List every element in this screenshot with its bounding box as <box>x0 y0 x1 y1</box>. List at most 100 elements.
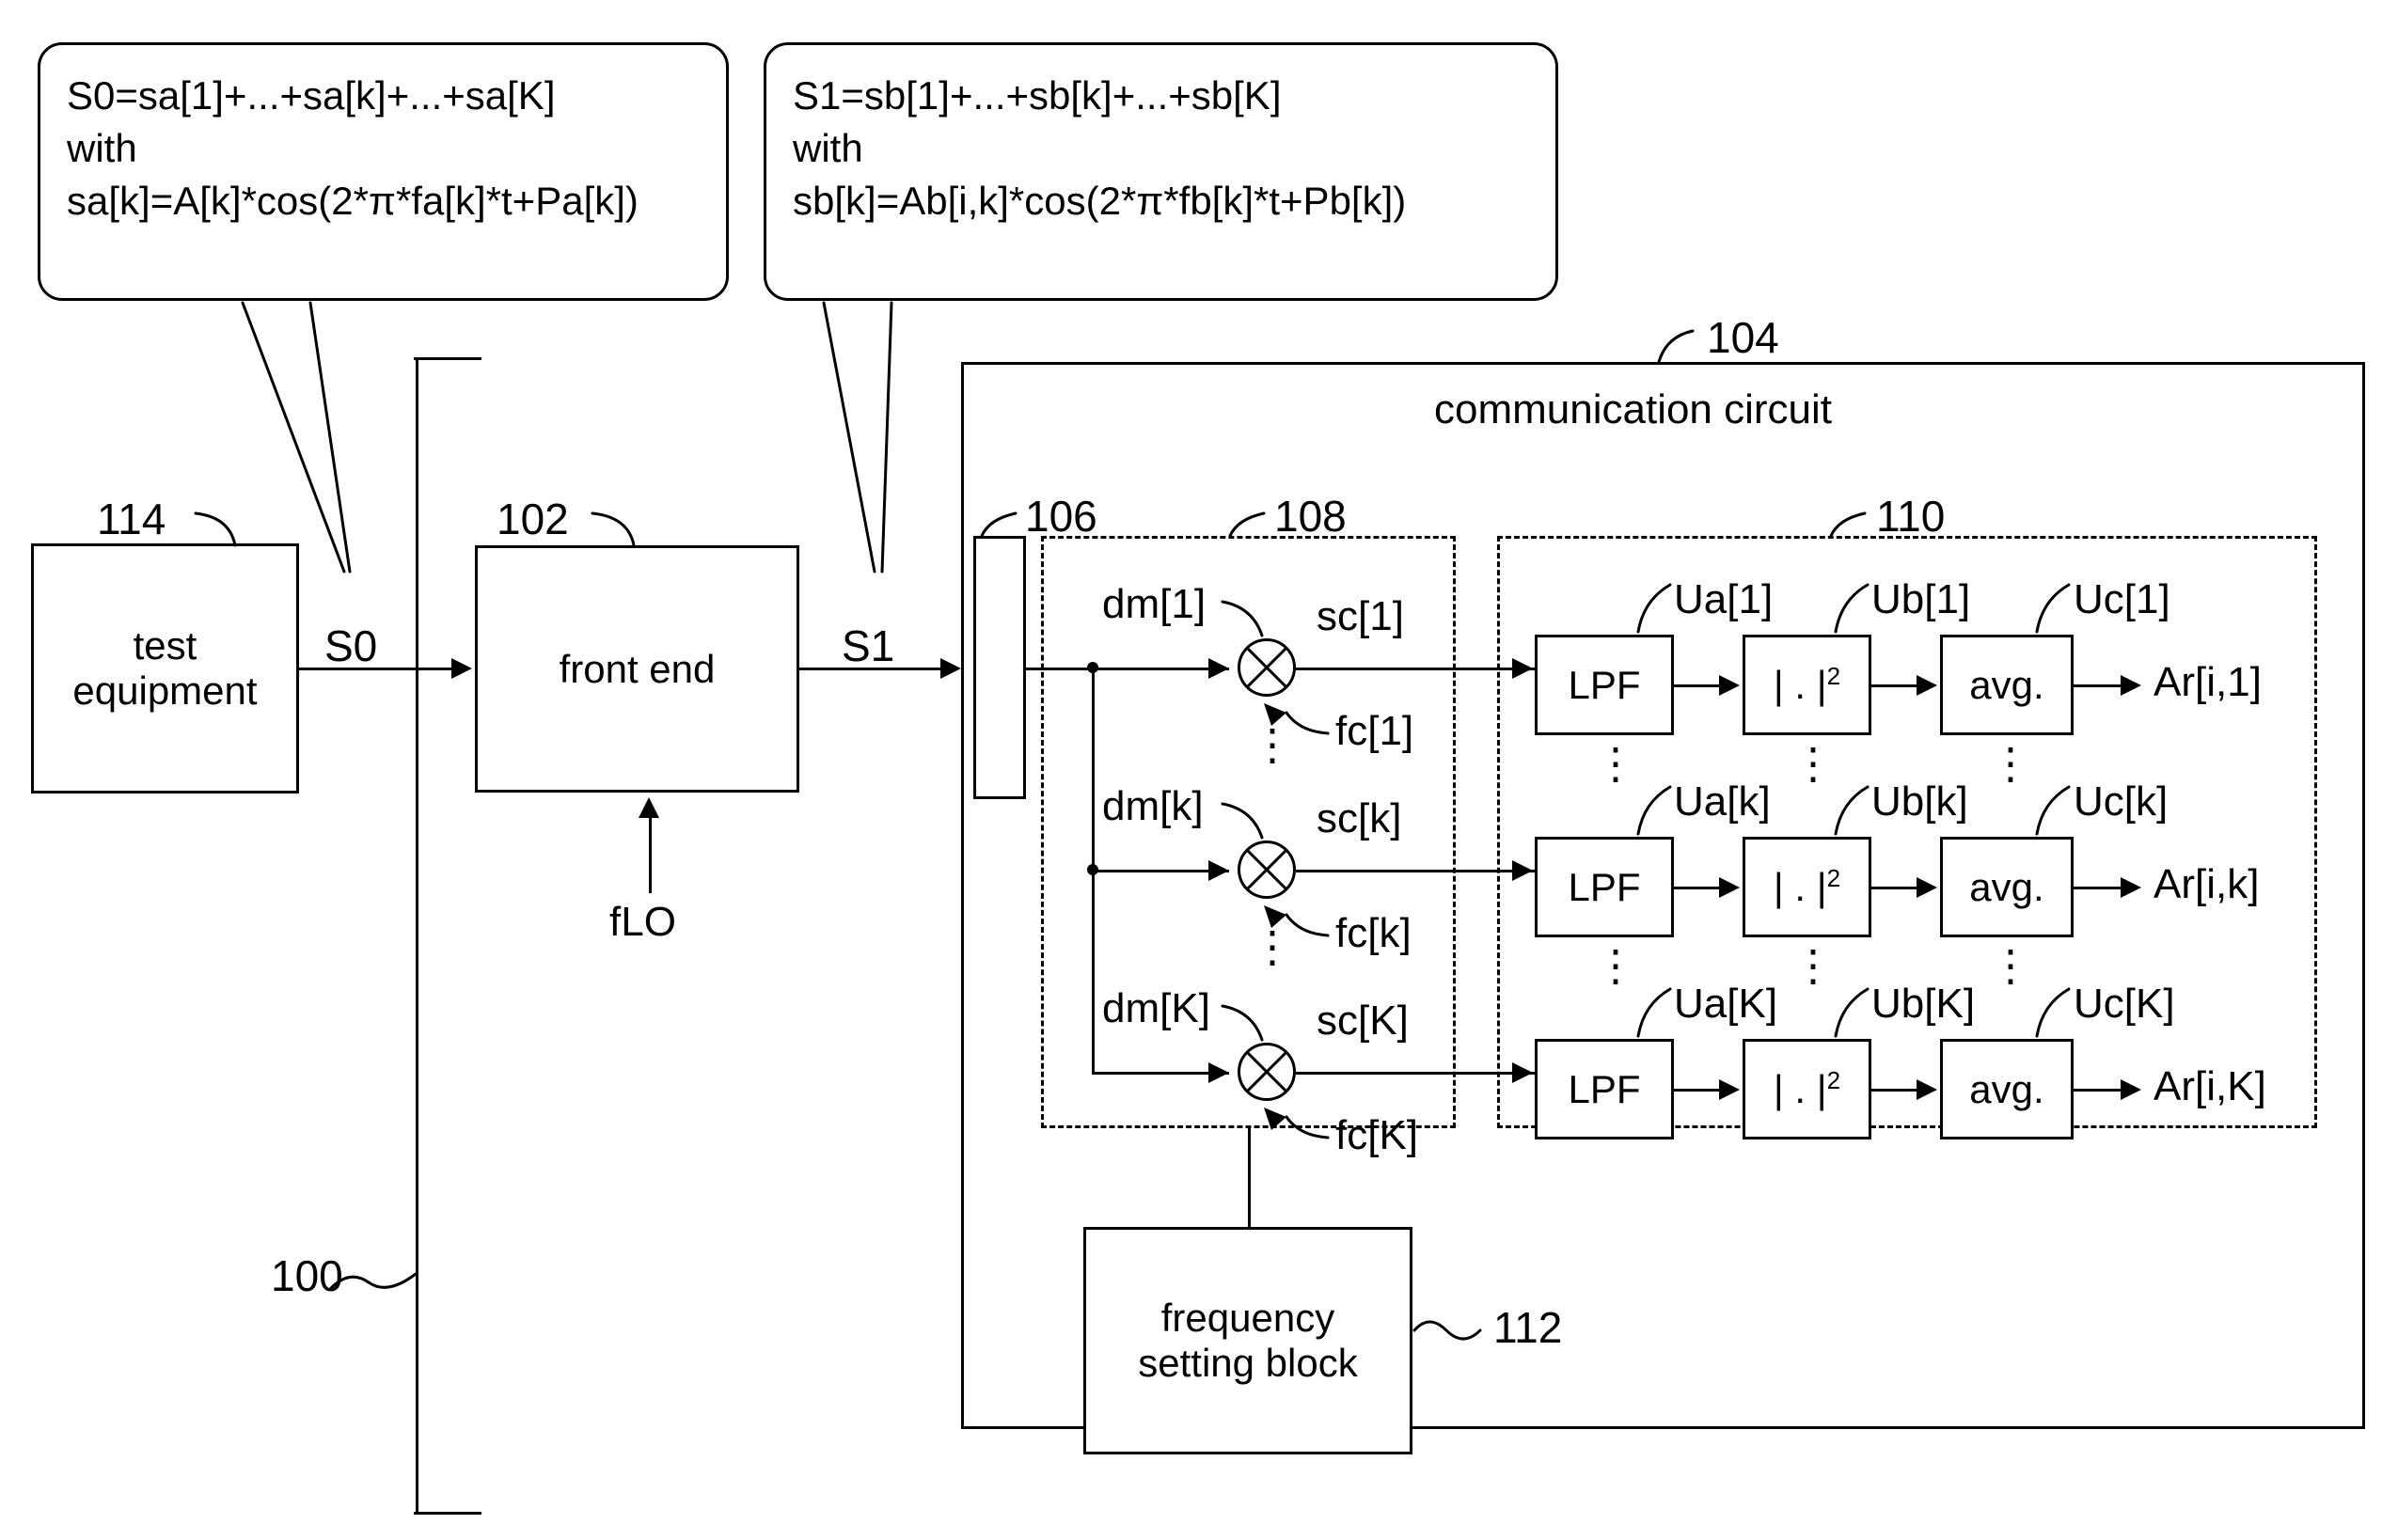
output-arrow-row2 <box>2121 877 2141 898</box>
detector-group-ref: 110 <box>1876 492 1946 541</box>
s1-callout-pointer-a <box>822 301 876 574</box>
dm-label-row2: dm[k] <box>1102 783 1204 829</box>
s1-formula-line3: sb[k]=Ab[i,k]*cos(2*π*fb[k]*t+Pb[k]) <box>793 178 1407 223</box>
magsq-label-row1: | . |2 <box>1773 662 1841 707</box>
avg-label-row1: avg. <box>1969 662 2044 707</box>
frequency-setting-block: frequency setting block <box>1083 1227 1412 1454</box>
s0-wire <box>299 668 453 670</box>
signal-s1-label: S1 <box>842 621 895 670</box>
front-end-block: front end <box>475 545 799 793</box>
fc-label-row3: fc[K] <box>1335 1112 1419 1158</box>
lpf-block-row2: LPF <box>1535 837 1674 937</box>
s0-callout-pointer-a <box>241 301 346 574</box>
magsq-exponent-row1: 2 <box>1826 662 1841 690</box>
s0-callout-pointer-b <box>308 301 352 574</box>
avg-label-row3: avg. <box>1969 1066 2044 1111</box>
mixer-feed-junction-row1 <box>1087 662 1098 673</box>
uc-wire-row3 <box>2074 1089 2122 1092</box>
mixer-input-arrow-row3 <box>1208 1062 1229 1083</box>
frequency-setting-label-line1: frequency <box>1160 1296 1335 1340</box>
mixer-input-arrow-row1 <box>1208 658 1229 679</box>
ua-wire-row3 <box>1674 1089 1721 1092</box>
interface-ref: 106 <box>1025 492 1097 541</box>
sc-label-row1: sc[1] <box>1317 593 1404 639</box>
dm-label-row1: dm[1] <box>1102 581 1207 627</box>
patent-figure: S0=sa[1]+...+sa[k]+...+sa[K] with sa[k]=… <box>0 0 2398 1540</box>
magsq-block-row3: | . |2 <box>1743 1039 1871 1139</box>
uc-label-row3: Uc[K] <box>2074 981 2175 1027</box>
flo-arrowhead <box>639 797 659 818</box>
dm-label-row3: dm[K] <box>1102 985 1210 1031</box>
magsq-block-row1: | . |2 <box>1743 635 1871 735</box>
ub-label-row2: Ub[k] <box>1871 778 1968 825</box>
communication-circuit-ref: 104 <box>1707 313 1779 362</box>
flo-wire <box>649 818 652 893</box>
signal-s0-label: S0 <box>324 621 378 670</box>
mixer-row2 <box>1238 841 1296 899</box>
test-equipment-label-line1: test <box>133 623 197 668</box>
sc-label-row3: sc[K] <box>1317 998 1409 1044</box>
avg-block-row2: avg. <box>1940 837 2074 937</box>
output-label-row2: Ar[i,k] <box>2153 861 2260 907</box>
detector-ellipsis-col2-bottom: ⋮ <box>1791 941 1835 990</box>
mixer-feed-bus-row1 <box>1026 668 1229 670</box>
system-bracket-bottom <box>414 1512 481 1515</box>
s1-formula-line1: S1=sb[1]+...+sb[k]+...+sb[K] <box>793 73 1282 118</box>
s0-formula-line1: S0=sa[1]+...+sa[k]+...+sa[K] <box>67 73 556 118</box>
leader-102 <box>591 511 636 547</box>
avg-input-arrow-row2 <box>1917 877 1937 898</box>
uc-wire-row1 <box>2074 684 2122 687</box>
magsq-block-row2: | . |2 <box>1743 837 1871 937</box>
output-label-row3: Ar[i,K] <box>2153 1063 2266 1109</box>
leader-114 <box>194 511 237 547</box>
ub-wire-row3 <box>1871 1089 1918 1092</box>
ua-label-row2: Ua[k] <box>1674 778 1771 825</box>
mixer-input-arrow-row2 <box>1208 860 1229 881</box>
magsq-label-row2: | . |2 <box>1773 864 1841 909</box>
front-end-ref: 102 <box>497 495 569 543</box>
detector-ellipsis-col2-top: ⋮ <box>1791 739 1835 788</box>
magsq-exponent-row2: 2 <box>1826 864 1841 892</box>
lpf-label-row3: LPF <box>1568 1066 1641 1111</box>
ub-wire-row2 <box>1871 887 1918 889</box>
test-equipment-ref: 114 <box>97 495 166 543</box>
avg-block-row1: avg. <box>1940 635 2074 735</box>
ua-wire-row2 <box>1674 887 1721 889</box>
system-ref-label: 100 <box>271 1251 343 1300</box>
ua-wire-row1 <box>1674 684 1721 687</box>
interface-block <box>973 536 1026 799</box>
lpf-block-row3: LPF <box>1535 1039 1674 1139</box>
communication-circuit-label: communication circuit <box>1434 386 1833 432</box>
fc-label-row1: fc[1] <box>1335 708 1414 754</box>
avg-input-arrow-row3 <box>1917 1079 1937 1100</box>
mixer-row1 <box>1238 638 1296 697</box>
detector-ellipsis-col1-bottom: ⋮ <box>1594 941 1637 990</box>
detector-ellipsis-col3-top: ⋮ <box>1989 739 2032 788</box>
mixer-group-ref: 108 <box>1274 492 1347 541</box>
magsq-label-row3: | . |2 <box>1773 1066 1841 1111</box>
sc-label-row2: sc[k] <box>1317 795 1402 841</box>
leader-104 <box>1657 329 1695 364</box>
fc-label-row2: fc[k] <box>1335 910 1412 956</box>
front-end-label: front end <box>559 646 716 691</box>
lpf-block-row1: LPF <box>1535 635 1674 735</box>
s1-arrowhead <box>940 658 961 679</box>
uc-label-row2: Uc[k] <box>2074 778 2169 825</box>
mixer-row3 <box>1238 1043 1296 1101</box>
ub-label-row3: Ub[K] <box>1871 981 1976 1027</box>
s0-formula-callout: S0=sa[1]+...+sa[k]+...+sa[K] with sa[k]=… <box>38 42 729 301</box>
s1-wire <box>799 668 950 670</box>
s1-callout-pointer-b <box>880 301 893 574</box>
magsq-input-arrow-row3 <box>1719 1079 1740 1100</box>
test-equipment-label-line2: equipment <box>72 668 258 713</box>
avg-block-row3: avg. <box>1940 1039 2074 1139</box>
test-equipment-block: test equipment <box>31 543 299 794</box>
frequency-setting-block-ref: 112 <box>1493 1303 1563 1352</box>
magsq-exponent-row3: 2 <box>1826 1066 1841 1094</box>
mixer-group-ellipsis-2: ⋮ <box>1251 922 1294 971</box>
system-bracket-top <box>414 357 481 360</box>
ub-label-row1: Ub[1] <box>1871 576 1971 622</box>
detector-ellipsis-col1-top: ⋮ <box>1594 739 1637 788</box>
lpf-label-row2: LPF <box>1568 864 1641 909</box>
s0-formula-line2: with <box>67 125 137 170</box>
